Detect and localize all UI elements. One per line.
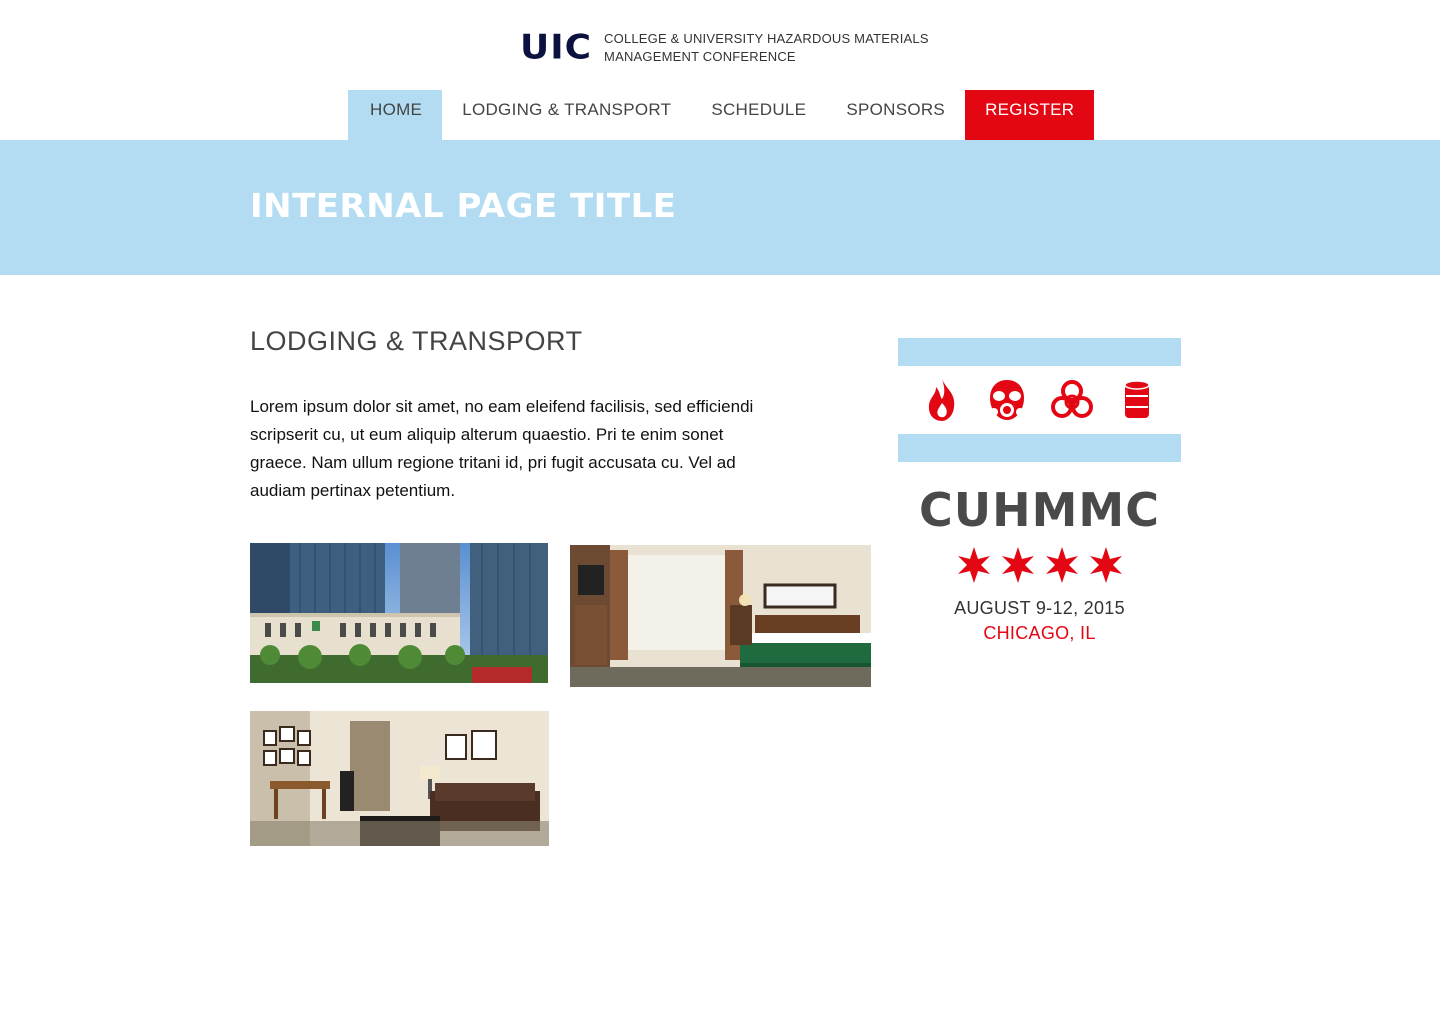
star-icon [957, 547, 990, 583]
main-content: Lodging & Transport Lorem ipsum dolor si… [250, 326, 850, 505]
star-icon [1001, 547, 1034, 583]
conference-sidebar: CUHMMC August 9-12, 2015 Chicago, IL [898, 338, 1181, 644]
chicago-stars [898, 546, 1181, 584]
gas-mask-icon [985, 377, 1029, 423]
site-brand[interactable]: UIC College & University Hazardous Mater… [520, 28, 929, 68]
nav-lodging-transport[interactable]: Lodging & Transport [442, 90, 691, 140]
star-icon [1045, 547, 1078, 583]
main-nav: Home Lodging & Transport Schedule Sponso… [348, 90, 1095, 140]
conference-name: College & University Hazardous Materials… [604, 30, 929, 66]
nav-schedule[interactable]: Schedule [691, 90, 826, 140]
conference-acronym: CUHMMC [919, 483, 1160, 537]
hotel-suite-photo [250, 711, 549, 846]
conference-name-line1: College & University Hazardous Materials [604, 31, 929, 46]
conference-name-line2: Management Conference [604, 49, 796, 64]
star-icon [1089, 547, 1122, 583]
conference-dates: August 9-12, 2015 [954, 598, 1125, 618]
section-body-text: Lorem ipsum dolor sit amet, no eam eleif… [250, 397, 754, 500]
flag-band-bottom [898, 434, 1181, 462]
page-hero-banner: Internal Page Title [0, 140, 1440, 275]
nav-home[interactable]: Home [348, 90, 443, 140]
nav-sponsors[interactable]: Sponsors [826, 90, 965, 140]
conference-location: Chicago, IL [983, 623, 1096, 643]
hotel-bedroom-photo [570, 545, 871, 687]
nav-register-button[interactable]: Register [965, 90, 1095, 140]
flame-icon [920, 377, 964, 423]
hotel-exterior-photo [250, 543, 548, 683]
barrel-icon [1115, 377, 1159, 423]
hazard-icons [898, 366, 1181, 434]
flag-band-top [898, 338, 1181, 366]
biohazard-icon [1050, 377, 1094, 423]
page-title: Internal Page Title [250, 186, 677, 226]
uic-logo[interactable]: UIC [520, 30, 592, 65]
section-title: Lodging & Transport [250, 326, 583, 356]
